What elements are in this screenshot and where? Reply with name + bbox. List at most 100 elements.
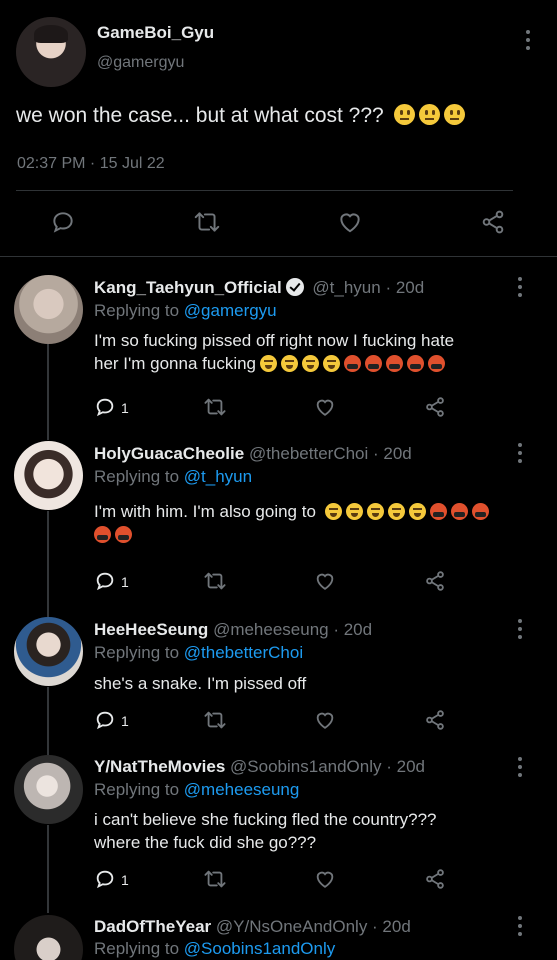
thread-line <box>47 511 49 616</box>
retweet-icon[interactable] <box>203 570 227 592</box>
reply-tweet[interactable]: Y/NatTheMovies @Soobins1andOnly · 20d Re… <box>0 753 557 913</box>
avatar[interactable] <box>14 617 83 686</box>
display-name[interactable]: GameBoi_Gyu <box>97 23 214 43</box>
retweet-icon[interactable] <box>193 209 221 235</box>
share-icon[interactable] <box>424 709 446 731</box>
retweet-icon[interactable] <box>203 396 227 418</box>
reply-tweet[interactable]: DadOfTheYear @Y/NsOneAndOnly · 20d Reply… <box>0 913 557 960</box>
display-name[interactable]: HeeHeeSeung <box>94 620 208 639</box>
more-options-icon[interactable] <box>514 277 526 297</box>
reply-tweet[interactable]: HeeHeeSeung @meheeseung · 20d Replying t… <box>0 616 557 753</box>
reply-text-line: she's a snake. I'm pissed off <box>94 674 307 693</box>
reply-icon[interactable] <box>94 570 116 592</box>
reply-tweet[interactable]: Kang_Taehyun_Official @t_hyun · 20d Repl… <box>0 270 557 435</box>
tweet-text: we won the case... but at what cost ??? <box>16 104 465 128</box>
tweet-text-content: we won the case... but at what cost ??? <box>16 104 384 127</box>
retweet-icon[interactable] <box>203 709 227 731</box>
reply-count: 1 <box>121 713 129 729</box>
like-icon[interactable] <box>314 868 336 890</box>
reply-text-line: where the fuck did she go??? <box>94 833 317 852</box>
display-name[interactable]: DadOfTheYear <box>94 917 211 936</box>
face-with-steam-emoji-icon <box>281 355 299 372</box>
handle[interactable]: @gamergyu <box>97 54 184 72</box>
face-with-symbols-emoji-icon <box>386 355 404 372</box>
thread-line <box>47 435 49 440</box>
reply-text: i can't believe she fucking fled the cou… <box>94 808 514 854</box>
reply-text-line: i can't believe she fucking fled the cou… <box>94 810 437 829</box>
avatar[interactable] <box>14 275 83 344</box>
face-with-symbols-emoji-icon <box>365 355 383 372</box>
avatar[interactable] <box>14 755 83 824</box>
more-options-icon[interactable] <box>514 916 526 936</box>
reply-text-content: her I'm gonna fucking <box>94 354 257 373</box>
mention-link[interactable]: @t_hyun <box>184 467 252 486</box>
reply-tweet[interactable]: HolyGuacaCheolie @thebetterChoi · 20d Re… <box>0 435 557 616</box>
reply-header: HolyGuacaCheolie @thebetterChoi · 20d <box>94 444 412 464</box>
thread-line <box>47 825 49 913</box>
face-with-steam-emoji-icon <box>302 355 320 372</box>
replying-to: Replying to @meheeseung <box>94 780 299 800</box>
like-icon[interactable] <box>314 709 336 731</box>
face-with-symbols-emoji-icon <box>115 526 132 543</box>
share-icon[interactable] <box>424 396 446 418</box>
share-icon[interactable] <box>480 209 506 235</box>
reply-header: HeeHeeSeung @meheeseung · 20d <box>94 620 372 640</box>
reply-icon[interactable] <box>94 396 116 418</box>
reply-text-line: I'm so fucking pissed off right now I fu… <box>94 331 455 350</box>
neutral-face-emoji-icon <box>443 104 465 125</box>
face-with-symbols-emoji-icon <box>407 355 425 372</box>
mention-link[interactable]: @gamergyu <box>184 301 277 320</box>
display-name[interactable]: HolyGuacaCheolie <box>94 444 244 463</box>
more-options-icon[interactable] <box>514 757 526 777</box>
mention-link[interactable]: @Soobins1andOnly <box>184 939 335 958</box>
face-with-symbols-emoji-icon <box>94 526 111 543</box>
handle-and-time: @thebetterChoi · 20d <box>248 444 412 463</box>
replying-to: Replying to @t_hyun <box>94 467 252 487</box>
avatar[interactable] <box>14 441 83 510</box>
more-options-icon[interactable] <box>514 443 526 463</box>
handle-and-time: @t_hyun · 20d <box>312 278 425 297</box>
like-icon[interactable] <box>314 396 336 418</box>
replying-to-label: Replying to <box>94 780 184 799</box>
more-options-icon[interactable] <box>522 30 534 50</box>
mention-link[interactable]: @meheeseung <box>184 780 300 799</box>
reply-text-line <box>90 523 514 546</box>
display-name[interactable]: Kang_Taehyun_Official <box>94 278 282 297</box>
replying-to-label: Replying to <box>94 467 184 486</box>
reply-header: Y/NatTheMovies @Soobins1andOnly · 20d <box>94 757 425 777</box>
more-options-icon[interactable] <box>514 619 526 639</box>
tweet-timestamp[interactable]: 02:37 PM · 15 Jul 22 <box>17 155 165 173</box>
reply-count: 1 <box>121 400 129 416</box>
thread-line <box>47 344 49 435</box>
retweet-icon[interactable] <box>203 868 227 890</box>
reply-text-line: I'm with him. I'm also going to <box>94 500 514 523</box>
face-with-steam-emoji-icon <box>324 503 342 520</box>
handle-and-time: @Y/NsOneAndOnly · 20d <box>215 917 411 936</box>
reply-text-line: her I'm gonna fucking <box>94 352 514 375</box>
mention-link[interactable]: @thebetterChoi <box>184 643 303 662</box>
reply-count: 1 <box>121 872 129 888</box>
reply-text: she's a snake. I'm pissed off <box>94 672 514 695</box>
reply-icon[interactable] <box>94 709 116 731</box>
face-with-symbols-emoji-icon <box>344 355 362 372</box>
face-with-symbols-emoji-icon <box>429 503 447 520</box>
reply-icon[interactable] <box>94 868 116 890</box>
share-icon[interactable] <box>424 868 446 890</box>
reply-text: I'm with him. I'm also going to <box>94 500 514 546</box>
like-icon[interactable] <box>337 209 363 235</box>
avatar[interactable] <box>16 17 86 87</box>
neutral-face-emoji-icon <box>393 104 415 125</box>
reply-header: Kang_Taehyun_Official @t_hyun · 20d <box>94 278 424 298</box>
replying-to: Replying to @thebetterChoi <box>94 643 303 663</box>
avatar[interactable] <box>14 915 83 960</box>
face-with-steam-emoji-icon <box>408 503 426 520</box>
like-icon[interactable] <box>314 570 336 592</box>
display-name[interactable]: Y/NatTheMovies <box>94 757 225 776</box>
reply-icon[interactable] <box>50 209 76 235</box>
reply-header: DadOfTheYear @Y/NsOneAndOnly · 20d <box>94 917 411 937</box>
face-with-steam-emoji-icon <box>387 503 405 520</box>
share-icon[interactable] <box>424 570 446 592</box>
verified-badge-icon <box>285 278 304 296</box>
reply-count: 1 <box>121 574 129 590</box>
replying-to-label: Replying to <box>94 643 184 662</box>
